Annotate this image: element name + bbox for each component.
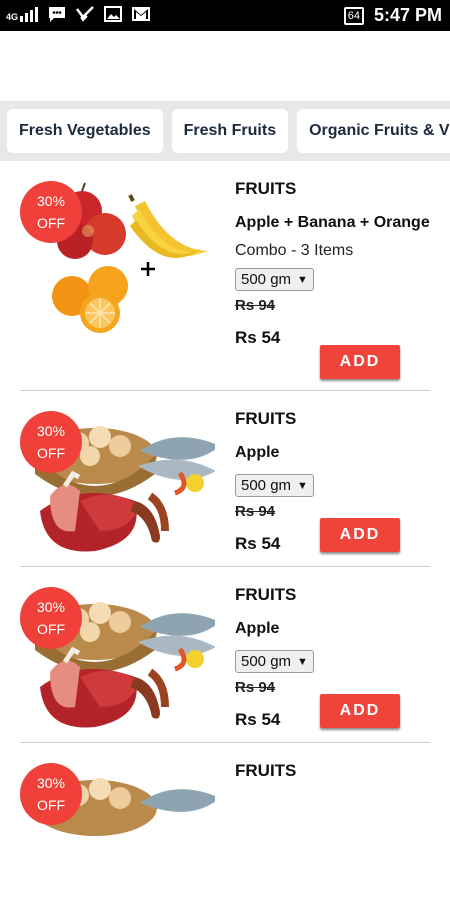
dropdown-arrow-icon: ▼ (297, 479, 308, 492)
weight-select[interactable]: 500 gm ▼ (235, 650, 314, 673)
discount-badge: 30% OFF (20, 411, 82, 473)
network-signal-icon: 4G (6, 6, 39, 22)
weight-select-value: 500 gm (241, 477, 292, 494)
discount-badge: 30% OFF (20, 587, 82, 649)
product-card: 30% OFF FRUITS (20, 743, 430, 919)
weight-select-value: 500 gm (241, 653, 292, 670)
product-name: Apple (235, 620, 280, 637)
add-to-cart-button[interactable]: ADD (320, 694, 400, 728)
product-info: FRUITS Apple + Banana + Orange Combo - 3… (235, 179, 430, 348)
category-chip-fresh-vegetables[interactable]: Fresh Vegetables (7, 109, 163, 153)
weight-select[interactable]: 500 gm ▼ (235, 268, 314, 291)
product-card: 30% OFF FRUITS Apple + Banana + Orange C… (20, 161, 430, 391)
check-notification-icon (76, 6, 94, 22)
discount-off-label: OFF (37, 797, 65, 813)
discount-percent: 30% (36, 599, 66, 615)
discount-percent: 30% (36, 193, 66, 209)
discount-percent: 30% (36, 423, 66, 439)
category-chip-organic-fruits[interactable]: Organic Fruits & V (297, 109, 450, 153)
discount-off-label: OFF (37, 215, 65, 231)
product-card: 30% OFF FRUITS Apple 500 gm ▼ Rs 94 Rs 5… (20, 567, 430, 743)
product-category: FRUITS (235, 179, 297, 198)
product-info: FRUITS (235, 761, 430, 781)
category-chip-fresh-fruits[interactable]: Fresh Fruits (171, 109, 289, 153)
original-price: Rs 94 (235, 297, 276, 314)
add-to-cart-button[interactable]: ADD (320, 518, 400, 552)
dropdown-arrow-icon: ▼ (297, 273, 308, 286)
discount-off-label: OFF (37, 445, 65, 461)
weight-select[interactable]: 500 gm ▼ (235, 474, 314, 497)
discount-off-label: OFF (37, 621, 65, 637)
category-strip[interactable]: Fresh Vegetables Fresh Fruits Organic Fr… (0, 101, 450, 161)
weight-select-value: 500 gm (241, 271, 292, 288)
gmail-notification-icon (132, 7, 151, 21)
product-name: Apple + Banana + Orange (235, 214, 430, 231)
product-list: 30% OFF FRUITS Apple + Banana + Orange C… (0, 161, 450, 919)
discount-badge: 30% OFF (20, 181, 82, 243)
product-name: Apple (235, 444, 280, 461)
product-card: 30% OFF FRUITS Apple 500 gm ▼ Rs 94 Rs 5… (20, 391, 430, 567)
product-subtitle: Combo - 3 Items (235, 242, 354, 259)
discount-badge: 30% OFF (20, 763, 82, 825)
chat-notification-icon (49, 7, 66, 22)
dropdown-arrow-icon: ▼ (297, 655, 308, 668)
battery-icon: 64 (343, 6, 364, 25)
product-category: FRUITS (235, 409, 297, 428)
app-header (0, 31, 450, 101)
product-category: FRUITS (235, 585, 297, 604)
status-clock: 5:47 PM (373, 5, 442, 25)
status-bar: 4G 64 5:47 PM (0, 0, 450, 31)
gallery-notification-icon (104, 6, 123, 22)
network-type-label: 4G (6, 12, 19, 22)
add-to-cart-button[interactable]: ADD (320, 345, 400, 379)
discount-percent: 30% (36, 775, 66, 791)
product-category: FRUITS (235, 761, 297, 780)
battery-level: 64 (347, 9, 360, 22)
